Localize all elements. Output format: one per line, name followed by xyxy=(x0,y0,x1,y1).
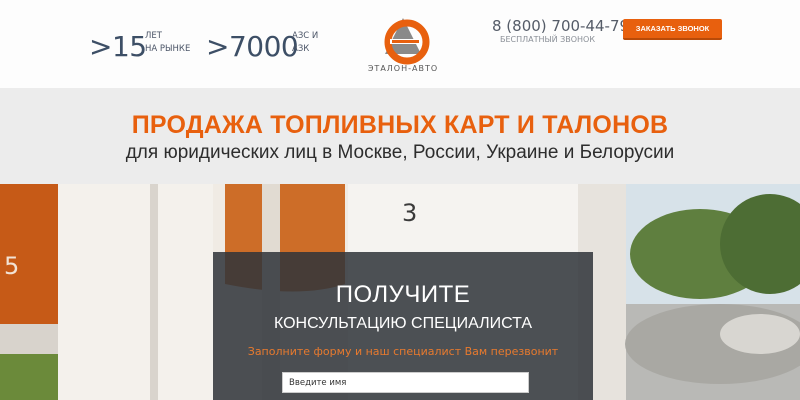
phone-note: БЕСПЛАТНЫЙ ЗВОНОК xyxy=(500,35,596,44)
name-input[interactable] xyxy=(282,372,529,393)
stat-stations-value: >7000 xyxy=(206,30,299,63)
phone-number[interactable]: 8 (800) 700-44-79 xyxy=(492,17,629,35)
pump-number-left: 5 xyxy=(4,252,20,280)
logo-text: ЭТАЛОН-АВТО xyxy=(367,64,439,73)
stat-stations-label: АЗС И АЗК xyxy=(292,31,319,54)
form-hint: Заполните форму и наш специалист Вам пер… xyxy=(247,345,559,358)
site-header: >15 ЛЕТ НА РЫНКЕ >7000 АЗС И АЗК ЭТАЛОН-… xyxy=(0,0,800,88)
order-call-button[interactable]: ЗАКАЗАТЬ ЗВОНОК xyxy=(623,19,722,40)
stat-years-value: >15 xyxy=(89,30,147,63)
stat-years-label: ЛЕТ НА РЫНКЕ xyxy=(145,31,191,54)
pump-number-center: 3 xyxy=(402,199,418,227)
logo[interactable]: ЭТАЛОН-АВТО xyxy=(363,12,443,80)
form-title: ПОЛУЧИТЕ xyxy=(335,281,471,308)
form-subtitle: КОНСУЛЬТАЦИЮ СПЕЦИАЛИСТА xyxy=(273,315,533,332)
page-subtitle: для юридических лиц в Москве, России, Ук… xyxy=(125,142,675,163)
page-title: ПРОДАЖА ТОПЛИВНЫХ КАРТ И ТАЛОНОВ xyxy=(131,111,669,139)
